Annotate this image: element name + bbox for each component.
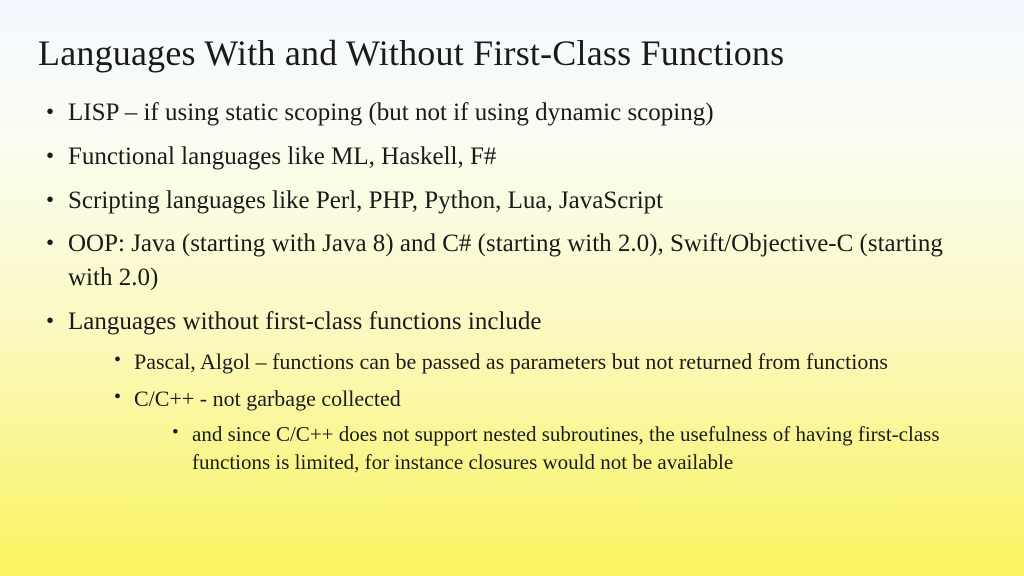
list-item: C/C++ - not garbage collected and since … <box>114 384 986 476</box>
list-item: OOP: Java (starting with Java 8) and C# … <box>46 227 986 295</box>
list-item: Pascal, Algol – functions can be passed … <box>114 347 986 377</box>
bullet-sublist: Pascal, Algol – functions can be passed … <box>68 347 986 477</box>
list-item-text: Languages without first-class functions … <box>68 308 542 335</box>
list-item: Functional languages like ML, Haskell, F… <box>46 140 986 174</box>
list-item: Scripting languages like Perl, PHP, Pyth… <box>46 184 986 218</box>
bullet-list: LISP – if using static scoping (but not … <box>38 96 986 477</box>
bullet-sub-sublist: and since C/C++ does not support nested … <box>134 420 986 477</box>
slide-title: Languages With and Without First-Class F… <box>38 32 986 74</box>
list-item-text: C/C++ - not garbage collected <box>134 386 401 411</box>
list-item: LISP – if using static scoping (but not … <box>46 96 986 130</box>
list-item: and since C/C++ does not support nested … <box>172 420 986 477</box>
list-item: Languages without first-class functions … <box>46 305 986 477</box>
